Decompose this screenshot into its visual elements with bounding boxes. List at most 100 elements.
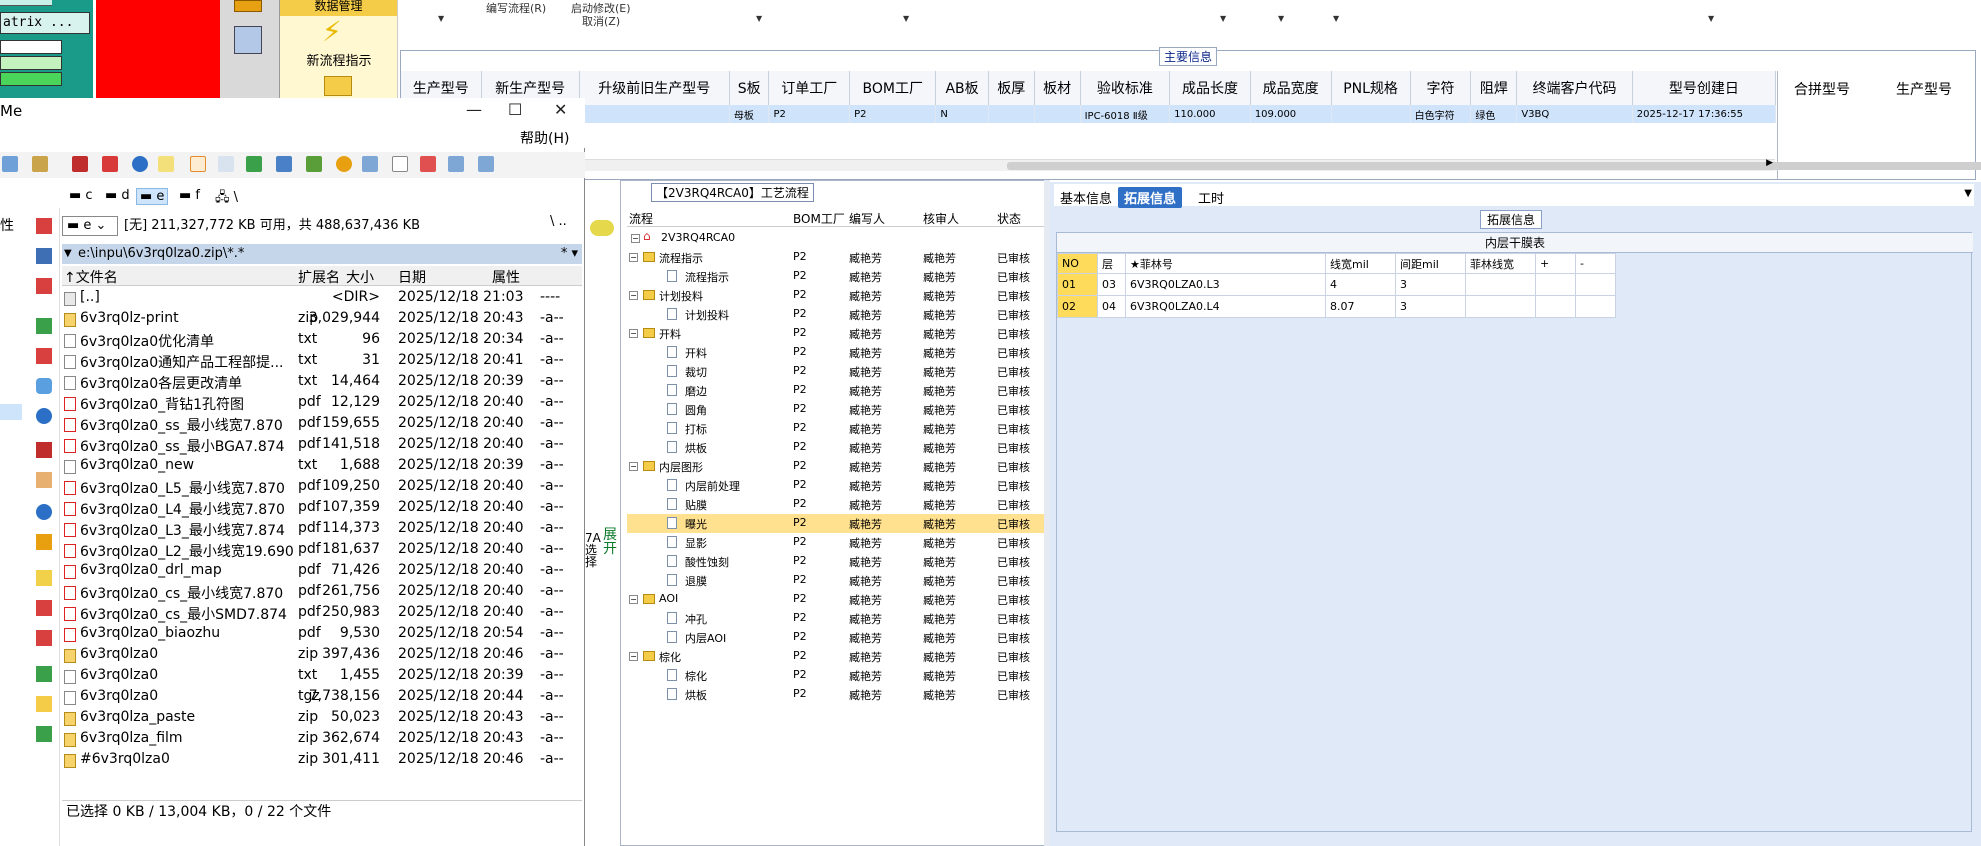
pdf-icon[interactable] <box>36 348 52 364</box>
column-header[interactable]: BOM工厂 <box>849 71 937 105</box>
menu-write-flow[interactable]: 编写流程(R) <box>486 0 546 16</box>
toolbar-icon[interactable] <box>246 156 262 172</box>
tree-root[interactable]: − ⌂ 2V3RQ4RCA0 <box>627 229 1045 248</box>
warning-icon[interactable] <box>36 570 52 586</box>
file-row[interactable]: 6v3rq0lza0 txt 1,455 2025/12/18 20:39 -a-- <box>62 666 582 687</box>
toolbar-icon[interactable] <box>306 156 322 172</box>
drive-f-button[interactable]: ▬ f <box>176 188 203 203</box>
table-row[interactable]: 01 03 6V3RQ0LZA0.L3 4 3 <box>1057 273 1616 296</box>
file-row[interactable]: 6v3rq0lza0_L3_最小线宽7.874 pdf 114,373 2025/12… <box>62 519 582 540</box>
process-row[interactable]: 显影 P2 臧艳芳 臧艳芳 已审核 <box>627 533 1045 552</box>
column-header[interactable]: 验收标准 <box>1080 71 1171 105</box>
file-row[interactable]: 6v3rq0lza0优化清单 txt 96 2025/12/18 20:34 -a-- <box>62 330 582 351</box>
collapse-icon[interactable]: − <box>629 595 638 604</box>
process-row[interactable]: 酸性蚀刻 P2 臧艳芳 臧艳芳 已审核 <box>627 552 1045 571</box>
toolbar-icon[interactable] <box>478 156 494 172</box>
file-row[interactable]: [..] <DIR> 2025/12/18 21:03 ---- <box>62 288 582 309</box>
data-management-header[interactable]: 数据管理 <box>280 0 397 16</box>
maximize-icon[interactable]: ☐ <box>508 100 522 119</box>
column-header[interactable]: 订单工厂 <box>768 71 851 105</box>
toolbar-icon[interactable] <box>392 156 408 172</box>
file-row[interactable]: 6v3rq0lza0 tgz 7,738,156 2025/12/18 20:44 -a… <box>62 687 582 708</box>
table-cell[interactable] <box>1575 295 1616 318</box>
toolbar-icon[interactable] <box>36 726 52 742</box>
process-row[interactable]: − 开料 P2 臧艳芳 臧艳芳 已审核 <box>627 324 1045 343</box>
chevron-down-icon[interactable]: ▼ <box>1220 14 1226 23</box>
column-header[interactable]: NO <box>1057 253 1098 274</box>
file-row[interactable]: 6v3rq0lza0_drl_map pdf 71,426 2025/12/18 20… <box>62 561 582 582</box>
column-header[interactable]: 线宽mil <box>1325 253 1396 274</box>
file-row[interactable]: 6v3rq0lza0通知产品工程部提... txt 31 2025/12/18 20:… <box>62 351 582 372</box>
file-row[interactable]: 6v3rq0lza_paste zip 50,023 2025/12/18 20:43… <box>62 708 582 729</box>
column-header[interactable]: 成品宽度 <box>1250 71 1332 105</box>
column-header[interactable]: 字符 <box>1410 71 1472 105</box>
column-header[interactable]: 成品长度 <box>1169 71 1251 105</box>
process-row[interactable]: 圆角 P2 臧艳芳 臧艳芳 已审核 <box>627 400 1045 419</box>
process-row[interactable]: 棕化 P2 臧艳芳 臧艳芳 已审核 <box>627 666 1045 685</box>
chevron-down-icon[interactable]: ▼ <box>438 14 444 23</box>
current-path[interactable]: e:\inpu\6v3rq0lza0.zip\*.* ▼ * ▾ <box>62 244 582 264</box>
toolbar-icon[interactable] <box>362 156 378 172</box>
column-header[interactable]: S板 <box>729 71 770 105</box>
chevron-down-icon[interactable]: ▼ <box>1333 14 1339 23</box>
column-header[interactable]: 板材 <box>1034 71 1081 105</box>
column-header[interactable]: 菲林线宽 <box>1465 253 1536 274</box>
pdf-icon[interactable] <box>36 278 52 294</box>
process-row[interactable]: 冲孔 P2 臧艳芳 臧艳芳 已审核 <box>627 609 1045 628</box>
horizontal-scrollbar[interactable]: ▶ <box>407 158 1981 171</box>
table-cell[interactable] <box>1535 295 1576 318</box>
file-row[interactable]: 6v3rq0lza_film zip 362,674 2025/12/18 20:43… <box>62 729 582 750</box>
select-button[interactable]: 7A 选 择 <box>585 532 601 568</box>
process-row[interactable]: 裁切 P2 臧艳芳 臧艳芳 已审核 <box>627 362 1045 381</box>
file-row[interactable]: 6v3rq0lza0_ss_最小BGA7.874 pdf 141,518 2025/1… <box>62 435 582 456</box>
column-header[interactable]: BOM工厂 <box>793 210 845 227</box>
collapse-icon[interactable]: − <box>631 234 640 243</box>
file-row[interactable]: 6v3rq0lza0_cs_最小线宽7.870 pdf 261,756 2025/12… <box>62 582 582 603</box>
column-header[interactable]: 板厚 <box>988 71 1035 105</box>
root-button[interactable]: \ .. <box>550 214 567 229</box>
scroll-thumb[interactable] <box>1007 162 1981 170</box>
toolbar-icon[interactable] <box>158 156 174 172</box>
expand-button[interactable]: 展开 <box>603 528 617 556</box>
file-row[interactable]: 6v3rq0lza0_biaozhu pdf 9,530 2025/12/18 20:… <box>62 624 582 645</box>
process-row[interactable]: 退膜 P2 臧艳芳 臧艳芳 已审核 <box>627 571 1045 590</box>
column-header[interactable]: 阻焊 <box>1470 71 1518 105</box>
toolbar-icon[interactable] <box>190 156 206 172</box>
process-row[interactable]: 开料 P2 臧艳芳 臧艳芳 已审核 <box>627 343 1045 362</box>
tab-extended-info[interactable]: 拓展信息 <box>1118 187 1183 208</box>
column-header[interactable]: + <box>1535 253 1576 274</box>
column-header[interactable]: ★菲林号 <box>1125 253 1326 274</box>
filter-button[interactable]: * ▾ <box>561 244 578 264</box>
process-row[interactable]: 流程指示 P2 臧艳芳 臧艳芳 已审核 <box>627 267 1045 286</box>
file-row[interactable]: 6v3rq0lza0_new txt 1,688 2025/12/18 20:39 -a… <box>62 456 582 477</box>
process-row[interactable]: 烘板 P2 臧艳芳 臧艳芳 已审核 <box>627 438 1045 457</box>
toolbar-icon[interactable] <box>132 156 148 172</box>
toolbar-icon[interactable] <box>36 600 52 616</box>
toolbar-icon[interactable] <box>36 318 52 334</box>
file-row[interactable]: 6v3rq0lza0各层更改清单 txt 14,464 2025/12/18 20:3… <box>62 372 582 393</box>
file-row[interactable]: #6v3rq0lza0 zip 301,411 2025/12/18 20:46 -a-… <box>62 750 582 771</box>
toolbar-icon[interactable] <box>2 156 18 172</box>
toolbar-icon[interactable] <box>36 442 52 458</box>
column-header[interactable]: PNL规格 <box>1331 71 1411 105</box>
collapse-icon[interactable]: − <box>629 253 638 262</box>
folder-icon[interactable] <box>324 76 352 96</box>
collapse-icon[interactable]: − <box>629 291 638 300</box>
table-cell[interactable] <box>1535 273 1576 296</box>
column-header[interactable]: 状态 <box>997 210 1021 227</box>
pdf-icon[interactable] <box>420 156 436 172</box>
info-icon[interactable] <box>36 408 52 424</box>
pdf-icon[interactable] <box>102 156 118 172</box>
process-row[interactable]: 曝光 P2 臧艳芳 臧艳芳 已审核 <box>627 514 1045 533</box>
column-header-name[interactable]: ↑文件名 <box>64 267 118 287</box>
column-header-date[interactable]: 日期 <box>398 267 426 287</box>
shield-icon[interactable] <box>36 534 52 550</box>
file-row[interactable]: 6v3rq0lza0_L2_最小线宽19.690 pdf 181,637 2025/1… <box>62 540 582 561</box>
chat-icon[interactable] <box>36 378 52 394</box>
toolbar-icon[interactable] <box>36 248 52 264</box>
toolbar-icon[interactable] <box>36 630 52 646</box>
column-header[interactable]: AB板 <box>935 71 989 105</box>
file-row[interactable]: 6v3rq0lza0_背钻1孔符图 pdf 12,129 2025/12/18 20:… <box>62 393 582 414</box>
info-icon[interactable] <box>36 504 52 520</box>
column-header[interactable]: 升级前旧生产型号 <box>579 71 730 105</box>
